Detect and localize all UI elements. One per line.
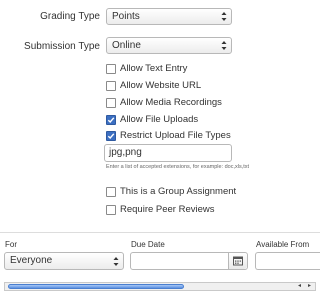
group-assignment-checkbox[interactable] [106,187,116,197]
grading-type-value: Points [112,11,140,22]
file-uploads-checkbox[interactable] [106,115,116,125]
calendar-icon [233,256,243,266]
available-from-input[interactable] [255,252,320,270]
select-arrows-icon [221,41,227,50]
scroll-right-button[interactable]: ▸ [305,283,314,290]
select-arrows-icon [113,257,119,266]
select-arrows-icon [221,12,227,21]
checkmark-icon [107,117,115,124]
allowed-extensions-input[interactable]: jpg,png [104,144,232,162]
scroll-left-button[interactable]: ◂ [295,283,304,290]
horizontal-scrollbar[interactable]: ◂ ▸ [4,282,316,291]
submission-type-value: Online [112,40,141,51]
available-from-label: Available From [256,240,310,249]
text-entry-checkbox[interactable] [106,64,116,74]
section-divider [0,232,320,233]
due-date-label: Due Date [131,240,165,249]
peer-reviews-checkbox[interactable] [106,205,116,215]
submission-type-label: Submission Type [24,41,100,52]
grading-type-select[interactable]: Points [106,8,232,25]
website-url-label: Allow Website URL [120,80,202,91]
due-date-calendar-button[interactable] [228,253,247,269]
submission-type-select[interactable]: Online [106,37,232,54]
text-entry-label: Allow Text Entry [120,63,188,74]
allowed-extensions-hint: Enter a list of accepted extensions, for… [106,164,250,170]
media-recordings-label: Allow Media Recordings [120,97,222,108]
peer-reviews-label: Require Peer Reviews [120,204,215,215]
file-uploads-label: Allow File Uploads [120,114,199,125]
checkmark-icon [107,133,115,140]
group-assignment-label: This is a Group Assignment [120,186,237,197]
assign-to-value: Everyone [10,255,53,266]
restrict-file-types-label: Restrict Upload File Types [120,130,231,141]
website-url-checkbox[interactable] [106,81,116,91]
assign-for-label: For [5,240,17,249]
grading-type-label: Grading Type [40,11,100,22]
assign-to-select[interactable]: Everyone [4,252,124,270]
due-date-input[interactable] [130,252,248,270]
media-recordings-checkbox[interactable] [106,98,116,108]
scrollbar-thumb[interactable] [8,284,184,289]
restrict-file-types-checkbox[interactable] [106,131,116,141]
